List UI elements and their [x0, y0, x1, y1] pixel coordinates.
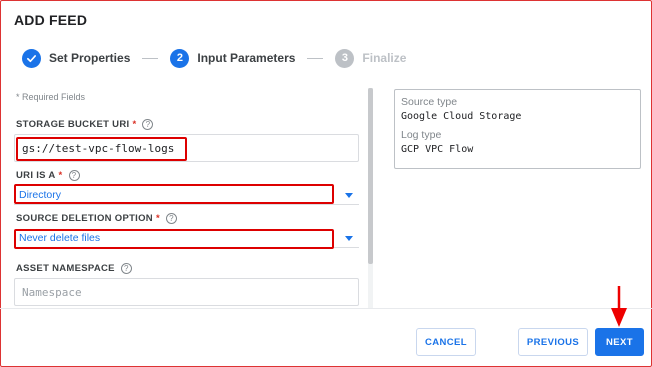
required-star: * — [132, 119, 137, 130]
source-deletion-option-select[interactable]: Never delete files — [14, 228, 359, 248]
step-input-parameters[interactable]: 2 Input Parameters — [170, 48, 296, 68]
help-circle-icon[interactable]: ? — [120, 263, 132, 274]
dialog-title: ADD FEED — [14, 12, 88, 28]
required-fields-note: * Required Fields — [16, 92, 86, 102]
field-label-text: ASSET NAMESPACE — [16, 263, 115, 274]
source-deletion-option-label: SOURCE DELETION OPTION * ? — [16, 213, 177, 224]
help-circle-icon[interactable]: ? — [142, 119, 154, 130]
red-arrow-icon — [610, 286, 628, 333]
required-star: * — [155, 213, 160, 224]
required-star: * — [58, 170, 63, 181]
storage-bucket-uri-label: STORAGE BUCKET URI * ? — [16, 119, 154, 130]
source-type-value: Google Cloud Storage — [401, 111, 522, 122]
field-label-text: STORAGE BUCKET URI — [16, 119, 130, 130]
stepper: Set Properties 2 Input Parameters 3 Fina… — [22, 48, 406, 68]
caret-down-icon — [345, 236, 353, 241]
step-set-properties[interactable]: Set Properties — [22, 48, 131, 68]
field-label-text: URI IS A — [16, 170, 56, 181]
source-type-label: Source type — [401, 96, 458, 108]
select-value: Never delete files — [19, 232, 101, 244]
uri-is-a-select[interactable]: Directory — [14, 185, 359, 205]
previous-button[interactable]: PREVIOUS — [518, 328, 588, 356]
step-label: Finalize — [362, 51, 407, 65]
input-parameters-form: * Required Fields STORAGE BUCKET URI * ?… — [14, 86, 366, 308]
step-label: Input Parameters — [197, 51, 296, 65]
footer-divider — [0, 308, 652, 309]
uri-is-a-label: URI IS A * ? — [16, 170, 80, 181]
step-finalize: 3 Finalize — [335, 48, 407, 68]
step-number: 2 — [170, 48, 190, 68]
log-type-label: Log type — [401, 129, 442, 141]
step-divider — [307, 57, 324, 59]
caret-down-icon — [345, 193, 353, 198]
select-value: Directory — [19, 189, 62, 201]
log-type-value: GCP VPC Flow — [401, 144, 474, 155]
field-label-text: SOURCE DELETION OPTION — [16, 213, 153, 224]
asset-namespace-label: ASSET NAMESPACE ? — [16, 263, 132, 274]
step-divider — [142, 57, 159, 59]
check-icon — [22, 48, 41, 68]
feed-summary-panel: Source type Google Cloud Storage Log typ… — [394, 89, 641, 169]
step-number: 3 — [335, 48, 355, 68]
help-circle-icon[interactable]: ? — [165, 213, 177, 224]
form-scrollbar-thumb[interactable] — [368, 88, 373, 264]
help-circle-icon[interactable]: ? — [68, 170, 80, 181]
storage-bucket-uri-input[interactable]: gs://test-vpc-flow-logs — [14, 134, 359, 162]
cancel-button[interactable]: CANCEL — [416, 328, 476, 356]
step-label: Set Properties — [49, 51, 131, 65]
asset-namespace-input[interactable]: Namespace — [14, 278, 359, 306]
